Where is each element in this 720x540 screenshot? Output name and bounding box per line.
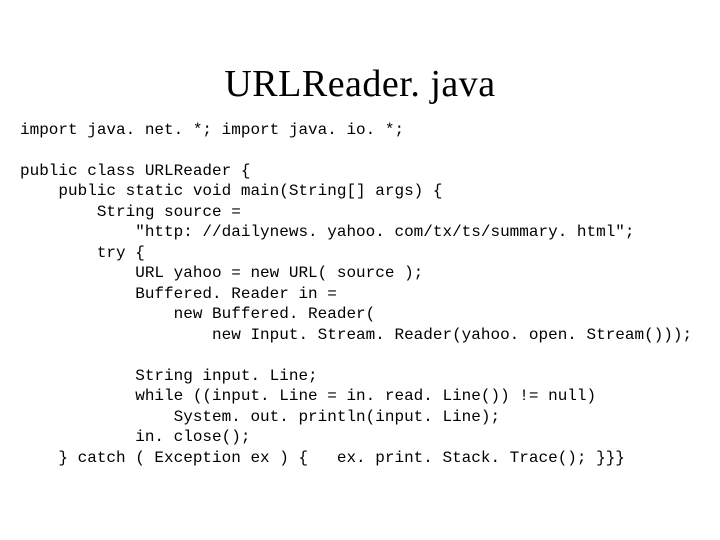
slide-title: URLReader. java [0,62,720,106]
code-block: import java. net. *; import java. io. *;… [20,120,700,468]
slide: URLReader. java import java. net. *; imp… [0,62,720,540]
